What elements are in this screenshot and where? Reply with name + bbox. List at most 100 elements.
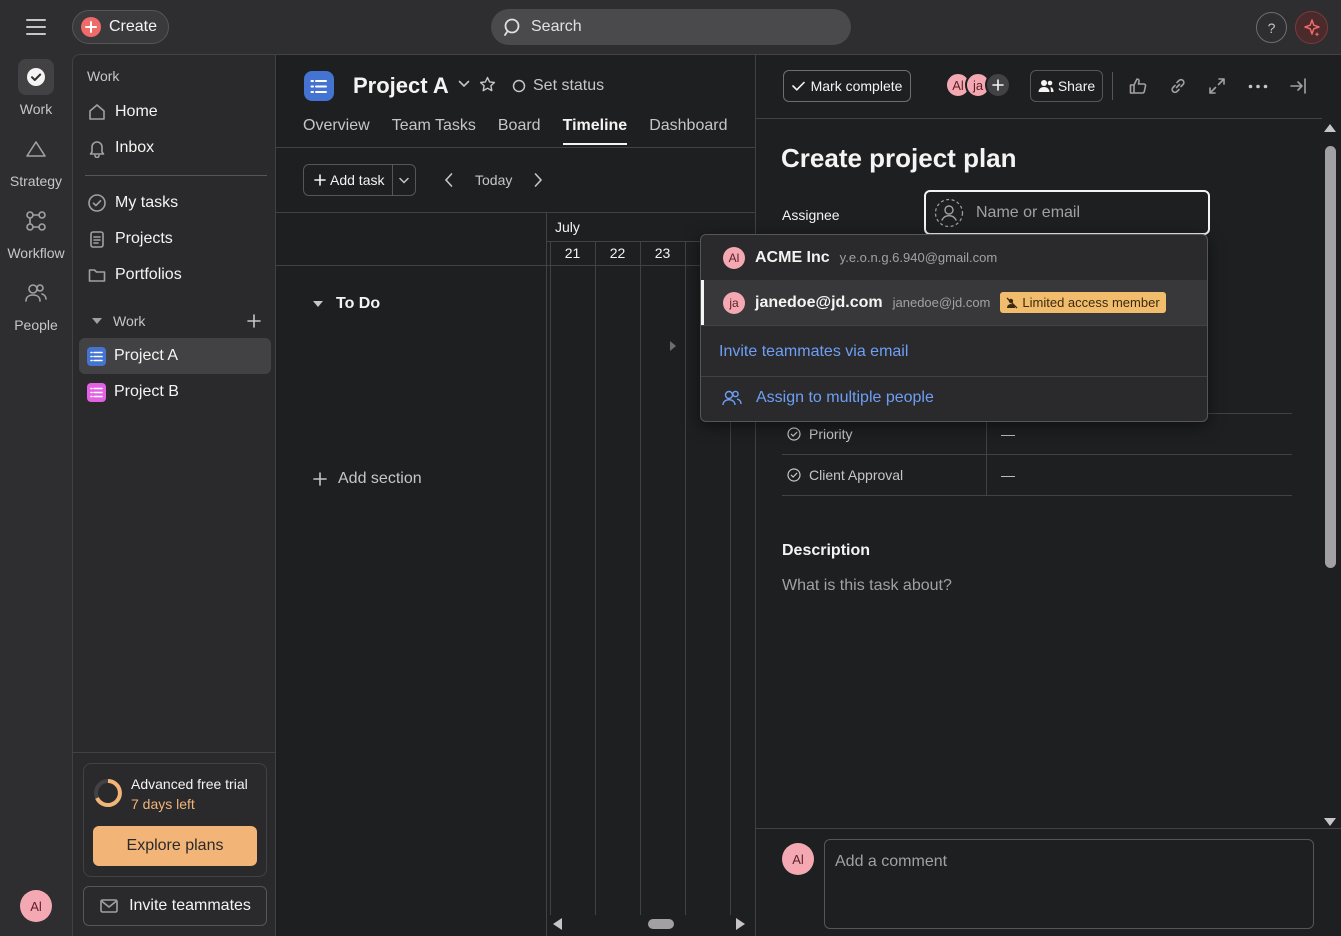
explore-plans-button[interactable]: Explore plans	[93, 826, 257, 866]
day-gridline	[550, 241, 551, 915]
mark-complete-button[interactable]: Mark complete	[783, 70, 911, 102]
sidebar-item-project-a[interactable]: Project A	[79, 338, 271, 374]
task-title[interactable]: Create project plan	[781, 143, 1017, 174]
dropdown-divider	[701, 376, 1207, 377]
timeline-divider	[546, 212, 547, 936]
project-list-icon	[304, 71, 334, 101]
project-main: Project A Set status Overview Team Tasks…	[276, 54, 755, 936]
badge-label: Limited access member	[1022, 295, 1160, 310]
comment-area: Al Add a comment	[756, 828, 1341, 936]
bell-icon	[87, 138, 107, 158]
assign-multiple-button[interactable]: Assign to multiple people	[722, 389, 934, 407]
close-panel-icon[interactable]	[1289, 77, 1307, 95]
option-email: janedoe@jd.com	[892, 295, 991, 310]
header-divider	[756, 118, 1322, 119]
sidebar-item-label: Projects	[115, 230, 173, 247]
sidebar-item-home[interactable]: Home	[79, 94, 271, 130]
rail-item-people[interactable]: People	[0, 275, 72, 333]
chevron-left-icon[interactable]	[444, 172, 454, 188]
thumbs-up-icon[interactable]	[1128, 76, 1148, 96]
check-circle-outline-icon	[787, 427, 801, 441]
sidebar-item-projects[interactable]: Projects	[79, 221, 271, 257]
tab-dashboard[interactable]: Dashboard	[649, 117, 727, 145]
assign-multiple-label: Assign to multiple people	[756, 389, 934, 406]
description-input[interactable]: What is this task about?	[782, 577, 952, 595]
set-status-button[interactable]: Set status	[512, 77, 604, 95]
help-icon: ?	[1267, 19, 1276, 36]
day-label: 22	[609, 245, 626, 261]
check-circle-icon	[18, 59, 54, 95]
assignee-option[interactable]: ja janedoe@jd.com janedoe@jd.com Limited…	[701, 280, 1207, 325]
rail-item-strategy[interactable]: Strategy	[0, 131, 72, 189]
add-task-main[interactable]: Add task	[304, 165, 393, 195]
assignee-option[interactable]: Al ACME Inc y.e.o.n.g.6.940@gmail.com	[701, 235, 1207, 280]
collaborators[interactable]: Al ja	[945, 72, 1011, 98]
chevron-right-icon[interactable]	[533, 172, 543, 188]
people-icon	[18, 275, 54, 311]
sidebar: Work Home Inbox My tasks Projects Portfo…	[72, 54, 276, 936]
search-icon	[503, 17, 523, 37]
vertical-scrollbar[interactable]	[1322, 120, 1338, 830]
timeline-month: July	[555, 219, 580, 235]
horizontal-scrollbar[interactable]	[551, 916, 747, 932]
tab-board[interactable]: Board	[498, 117, 541, 145]
rail-item-workflow[interactable]: Workflow	[0, 203, 72, 261]
rail-item-work[interactable]: Work	[0, 59, 72, 117]
sidebar-group-label: Work	[113, 313, 146, 329]
sidebar-item-portfolios[interactable]: Portfolios	[79, 257, 271, 293]
sidebar-item-inbox[interactable]: Inbox	[79, 130, 271, 166]
help-button[interactable]: ?	[1256, 12, 1287, 43]
invite-teammates-button[interactable]: Invite teammates	[83, 886, 267, 926]
add-task-button[interactable]: Add task	[303, 164, 416, 196]
plus-icon[interactable]	[247, 314, 261, 328]
limited-access-badge: Limited access member	[1000, 292, 1166, 313]
sidebar-section-work: Work	[87, 68, 120, 84]
workflow-icon	[18, 203, 54, 239]
assignee-input[interactable]: Name or email	[924, 190, 1210, 235]
tab-timeline[interactable]: Timeline	[562, 117, 628, 145]
invite-via-email-link[interactable]: Invite teammates via email	[719, 343, 908, 361]
home-icon	[87, 102, 107, 122]
caret-down-icon	[91, 316, 103, 326]
clipboard-icon	[87, 229, 107, 249]
caret-down-icon	[312, 299, 324, 309]
set-status-label: Set status	[533, 77, 605, 94]
user-avatar[interactable]: Al	[20, 890, 52, 922]
sidebar-item-project-b[interactable]: Project B	[79, 374, 271, 410]
section-to-do[interactable]: To Do	[312, 295, 380, 313]
field-value: —	[1001, 467, 1015, 483]
check-circle-outline-icon	[87, 193, 107, 213]
add-section-button[interactable]: Add section	[313, 470, 422, 488]
option-name: janedoe@jd.com	[755, 293, 883, 311]
rail-label-work: Work	[19, 101, 53, 117]
section-title: To Do	[336, 295, 381, 312]
option-name: ACME Inc	[755, 248, 830, 266]
create-button[interactable]: Create	[72, 10, 169, 44]
sidebar-divider	[85, 175, 267, 176]
day-gridline	[640, 241, 641, 915]
comment-input[interactable]: Add a comment	[824, 839, 1314, 929]
tab-team-tasks[interactable]: Team Tasks	[392, 117, 476, 145]
trial-card: Advanced free trial 7 days left Explore …	[83, 763, 267, 877]
share-button[interactable]: Share	[1030, 70, 1103, 102]
day-gridline	[595, 241, 596, 915]
expand-icon[interactable]	[1208, 77, 1226, 95]
chevron-down-icon[interactable]	[393, 165, 415, 195]
create-label: Create	[109, 18, 158, 35]
ai-sparkle-button[interactable]	[1295, 11, 1328, 44]
link-icon[interactable]	[1168, 76, 1188, 96]
add-collaborator-icon[interactable]	[985, 72, 1011, 98]
caret-right-icon[interactable]	[669, 340, 677, 352]
tab-overview[interactable]: Overview	[303, 117, 370, 145]
sidebar-item-my-tasks[interactable]: My tasks	[79, 185, 271, 221]
chevron-down-icon[interactable]	[458, 80, 470, 88]
search-input[interactable]: Search	[491, 9, 851, 45]
today-button[interactable]: Today	[475, 172, 512, 188]
sidebar-divider	[73, 752, 276, 753]
field-name: Priority	[809, 426, 853, 442]
star-icon[interactable]	[479, 76, 496, 93]
more-options-icon[interactable]	[1248, 84, 1268, 89]
sidebar-group-work[interactable]: Work	[91, 313, 261, 329]
field-row-client-approval[interactable]: Client Approval —	[782, 455, 1292, 496]
menu-icon[interactable]	[22, 14, 50, 40]
